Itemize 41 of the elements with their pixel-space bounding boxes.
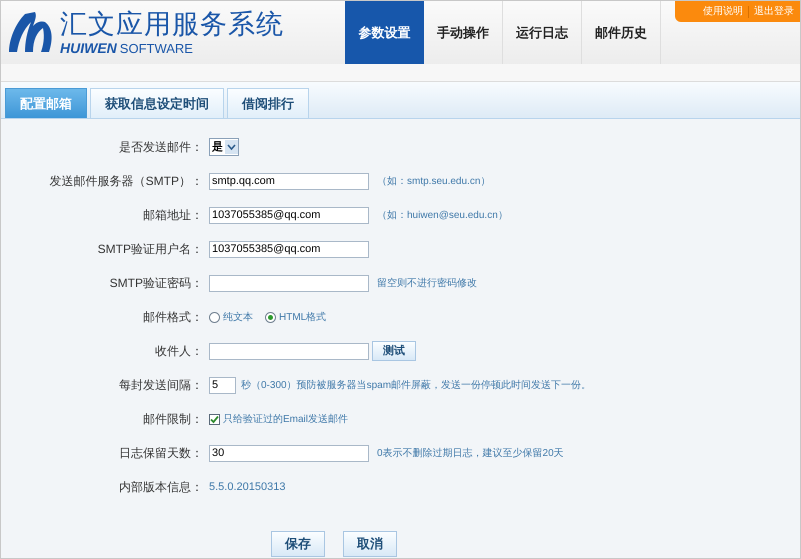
field-label: 发送邮件服务器（SMTP）： <box>48 173 204 190</box>
field-label: 日志保留天数： <box>118 445 204 462</box>
form-button[interactable]: 取消 <box>343 531 397 557</box>
field-label: SMTP验证密码： <box>108 275 204 292</box>
logo-brand: HUIWEN <box>60 40 117 54</box>
hint-text: 0表示不删除过期日志，建议至少保留20天 <box>377 446 564 460</box>
radio-button[interactable] <box>209 312 220 322</box>
field-label: 邮件格式： <box>142 309 204 326</box>
field-label: 每封发送间隔： <box>118 377 204 394</box>
field-label: SMTP验证用户名： <box>96 241 204 258</box>
test-button[interactable]: 测试 <box>372 341 416 361</box>
hint-text: 秒（0-300）预防被服务器当spam邮件屏蔽，发送一份停顿此时间发送下一份。 <box>241 378 592 392</box>
logo-title: 汇文应用服务系统 <box>60 10 284 38</box>
field-label: 是否发送邮件： <box>118 139 204 156</box>
input-field[interactable]: 30 <box>209 444 369 462</box>
input-field[interactable]: 1037055385@qq.com <box>209 240 369 258</box>
version-text: 5.5.0.20150313 <box>209 480 286 495</box>
field-label: 邮件限制： <box>142 411 204 428</box>
field-label: 邮箱地址： <box>142 207 204 224</box>
radio-label: HTML格式 <box>279 310 326 324</box>
nav-tab[interactable]: 参数设置 <box>345 1 424 64</box>
input-field[interactable]: smtp.qq.com <box>209 172 369 190</box>
radio-label: 纯文本 <box>223 310 253 324</box>
hint-text: 留空则不进行密码修改 <box>377 276 477 290</box>
input-field[interactable] <box>209 342 369 360</box>
radio-button[interactable] <box>265 312 276 322</box>
tab[interactable]: 借阅排行 <box>227 88 309 118</box>
logo-subtitle: SOFTWARE <box>120 42 193 54</box>
field-label: 收件人： <box>154 343 204 360</box>
checkbox[interactable] <box>209 414 220 424</box>
hint-text: （如：smtp.seu.edu.cn） <box>377 174 490 188</box>
checkbox-label: 只给验证过的Email发送邮件 <box>223 412 348 426</box>
form-button[interactable]: 保存 <box>271 531 325 557</box>
field-label: 内部版本信息： <box>118 479 204 496</box>
hint-text: （如：huiwen@seu.edu.cn） <box>377 208 508 222</box>
input-field[interactable]: 1037055385@qq.com <box>209 206 369 224</box>
select-field[interactable]: 是 <box>209 138 239 156</box>
input-field[interactable] <box>209 274 369 292</box>
chevron-down-icon <box>225 140 238 154</box>
input-field[interactable]: 5 <box>209 376 236 394</box>
tab[interactable]: 获取信息设定时间 <box>90 88 224 118</box>
